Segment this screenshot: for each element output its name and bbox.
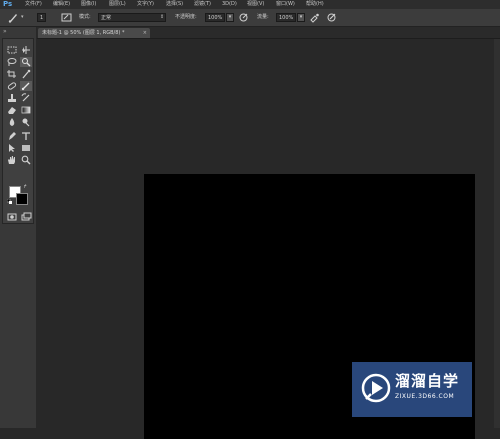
pen-icon[interactable] xyxy=(6,131,18,141)
flow-label: 流量: xyxy=(257,14,269,20)
brush-tool-icon[interactable] xyxy=(8,12,19,23)
photoshop-logo: Ps xyxy=(3,0,13,8)
menu-window[interactable]: 窗口(W) xyxy=(276,0,295,9)
pressure-opacity-icon[interactable] xyxy=(238,12,249,23)
brush-panel-icon[interactable] xyxy=(61,12,72,23)
eyedropper-icon[interactable] xyxy=(20,69,32,79)
mode-label: 模式: xyxy=(79,14,91,20)
menu-view[interactable]: 视图(V) xyxy=(247,0,264,9)
lasso-icon[interactable] xyxy=(6,57,18,67)
menu-file[interactable]: 文件(F) xyxy=(25,0,42,9)
document-tab-bar: 未标题-1 @ 50% (图层 1, RGB/8) * × xyxy=(37,27,500,39)
eraser-icon[interactable] xyxy=(6,105,18,115)
zoom-icon[interactable] xyxy=(20,155,32,165)
menu-edit[interactable]: 编辑(E) xyxy=(53,0,70,9)
document-tab[interactable]: 未标题-1 @ 50% (图层 1, RGB/8) * × xyxy=(38,28,150,38)
watermark-url: ZIXUE.3D66.COM xyxy=(395,393,455,400)
menu-type[interactable]: 文字(Y) xyxy=(137,0,154,9)
hand-icon[interactable] xyxy=(6,155,18,165)
airbrush-icon[interactable] xyxy=(309,12,320,23)
shape-icon[interactable] xyxy=(20,143,32,153)
screen-mode-icon[interactable] xyxy=(20,212,32,222)
type-icon[interactable] xyxy=(20,131,32,141)
menu-3d[interactable]: 3D(D) xyxy=(222,0,237,9)
watermark-title: 溜溜自学 xyxy=(395,372,460,390)
watermark-logo-icon xyxy=(360,371,392,405)
crop-icon[interactable] xyxy=(6,69,18,79)
menu-image[interactable]: 图像(I) xyxy=(81,0,96,9)
watermark: 溜溜自学 ZIXUE.3D66.COM xyxy=(352,362,472,417)
opacity-label: 不透明度: xyxy=(175,14,197,20)
document-tab-label: 未标题-1 @ 50% (图层 1, RGB/8) * xyxy=(42,30,125,36)
close-tab-icon[interactable]: × xyxy=(143,28,147,38)
history-brush-icon[interactable] xyxy=(20,93,32,103)
tools-panel: ↱ xyxy=(2,38,34,224)
path-select-icon[interactable] xyxy=(6,143,18,153)
menu-filter[interactable]: 滤镜(T) xyxy=(194,0,211,9)
quick-select-icon[interactable] xyxy=(20,57,32,67)
pressure-size-icon[interactable] xyxy=(326,12,337,23)
tool-preset-chevron-icon[interactable]: ▾ xyxy=(21,9,24,26)
healing-brush-icon[interactable] xyxy=(6,81,18,91)
flow-dropdown-button[interactable]: ▾ xyxy=(297,13,305,22)
mode-chevron-icon: ⇕ xyxy=(160,14,165,20)
background-color-swatch[interactable] xyxy=(16,193,28,205)
opacity-dropdown-button[interactable]: ▾ xyxy=(226,13,234,22)
right-panel-edge xyxy=(494,39,500,428)
gradient-icon[interactable] xyxy=(20,105,32,115)
options-bar: ▾ 1 模式: 正常 ⇕ 不透明度: 100% ▾ 流量: 100% ▾ xyxy=(0,9,500,27)
menu-help[interactable]: 帮助(H) xyxy=(306,0,324,9)
rect-marquee-icon[interactable] xyxy=(6,45,18,55)
blur-icon[interactable] xyxy=(6,117,18,127)
swap-colors-icon[interactable]: ↱ xyxy=(23,184,27,190)
mode-dropdown[interactable]: 正常 xyxy=(98,13,166,22)
brush-size-picker[interactable]: 1 xyxy=(37,13,46,22)
flow-input[interactable]: 100% xyxy=(276,13,296,22)
menu-select[interactable]: 选择(S) xyxy=(166,0,183,9)
dodge-icon[interactable] xyxy=(20,117,32,127)
brush-icon[interactable] xyxy=(20,81,32,91)
menu-layer[interactable]: 图层(L) xyxy=(109,0,126,9)
menu-bar: Ps 文件(F) 编辑(E) 图像(I) 图层(L) 文字(Y) 选择(S) 滤… xyxy=(0,0,500,9)
move-icon[interactable] xyxy=(20,45,32,55)
opacity-input[interactable]: 100% xyxy=(205,13,225,22)
quick-mask-icon[interactable] xyxy=(6,212,18,222)
clone-stamp-icon[interactable] xyxy=(6,93,18,103)
toolbar-collapse-icon[interactable]: » xyxy=(3,28,7,35)
default-colors-icon[interactable] xyxy=(6,198,12,204)
